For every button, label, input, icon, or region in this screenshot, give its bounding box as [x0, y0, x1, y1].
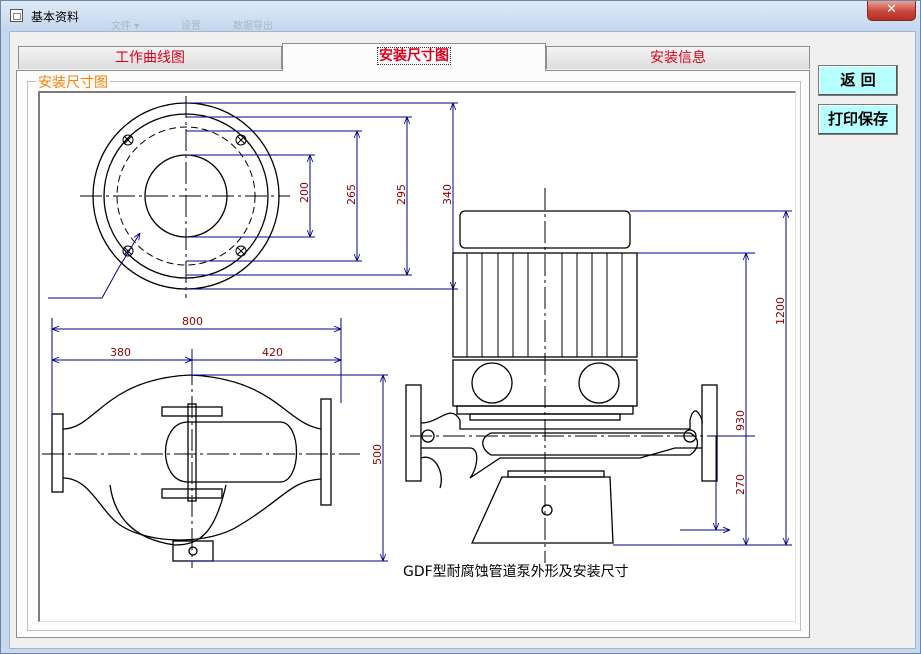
- flange-view: [80, 96, 290, 298]
- dim-label-340: 340: [441, 184, 454, 205]
- pump-installation-drawing: 200 265 295 340 800 380 420 500 1200 930…: [42, 96, 792, 580]
- dim-label-265: 265: [345, 184, 358, 205]
- top-view: [42, 363, 360, 568]
- app-window: 基本资料 文件 ▾ 设置 数据导出 ✕ 工作曲线图 安装尺寸图 安装信息 安装尺…: [0, 0, 921, 654]
- close-button[interactable]: ✕: [867, 1, 916, 21]
- dim-label-800: 800: [182, 315, 203, 328]
- app-icon: [10, 9, 23, 22]
- tab-strip: 工作曲线图 安装尺寸图 安装信息: [18, 43, 810, 71]
- dim-label-930: 930: [734, 410, 747, 431]
- drawing-frame: 200 265 295 340 800 380 420 500 1200 930…: [38, 91, 796, 622]
- tab-work-curve[interactable]: 工作曲线图: [18, 46, 282, 69]
- tab-install-info-label: 安装信息: [650, 50, 706, 66]
- menu-ghost-file: 文件 ▾: [111, 21, 140, 32]
- menu-ghost-settings: 设置: [181, 21, 201, 32]
- dim-label-295: 295: [395, 184, 408, 205]
- tab-install-dimensions[interactable]: 安装尺寸图: [282, 43, 546, 71]
- dim-label-380: 380: [110, 346, 131, 359]
- tab-install-info[interactable]: 安装信息: [546, 46, 810, 69]
- print-save-button[interactable]: 打印保存: [818, 104, 898, 135]
- back-button[interactable]: 返 回: [818, 65, 898, 96]
- drawing-caption: GDF型耐腐蚀管道泵外形及安装尺寸: [403, 563, 629, 580]
- tab-panel: 安装尺寸图 200 265 295 340 800 380 420 500 12…: [16, 70, 810, 638]
- client-area: 工作曲线图 安装尺寸图 安装信息 安装尺寸图 200 265 295 340 8…: [9, 31, 916, 649]
- top-view-dimensions: [51, 318, 388, 562]
- dim-label-200: 200: [298, 182, 311, 203]
- dim-label-1200: 1200: [774, 297, 787, 325]
- dim-label-420: 420: [262, 346, 283, 359]
- title-bar[interactable]: 基本资料 文件 ▾ 设置 数据导出 ✕: [1, 1, 920, 32]
- tab-work-curve-label: 工作曲线图: [115, 50, 185, 66]
- window-title: 基本资料: [31, 10, 80, 24]
- group-label: 安装尺寸图: [36, 72, 110, 92]
- menu-ghost-export: 数据导出: [233, 21, 273, 32]
- side-view: [405, 188, 755, 563]
- tab-install-dimensions-label: 安装尺寸图: [377, 47, 451, 65]
- side-view-dimensions: [613, 210, 792, 546]
- install-dimensions-group: 安装尺寸图 200 265 295 340 800 380 420 500 12…: [27, 72, 801, 631]
- dim-label-270: 270: [734, 474, 747, 495]
- dim-label-500: 500: [371, 444, 384, 465]
